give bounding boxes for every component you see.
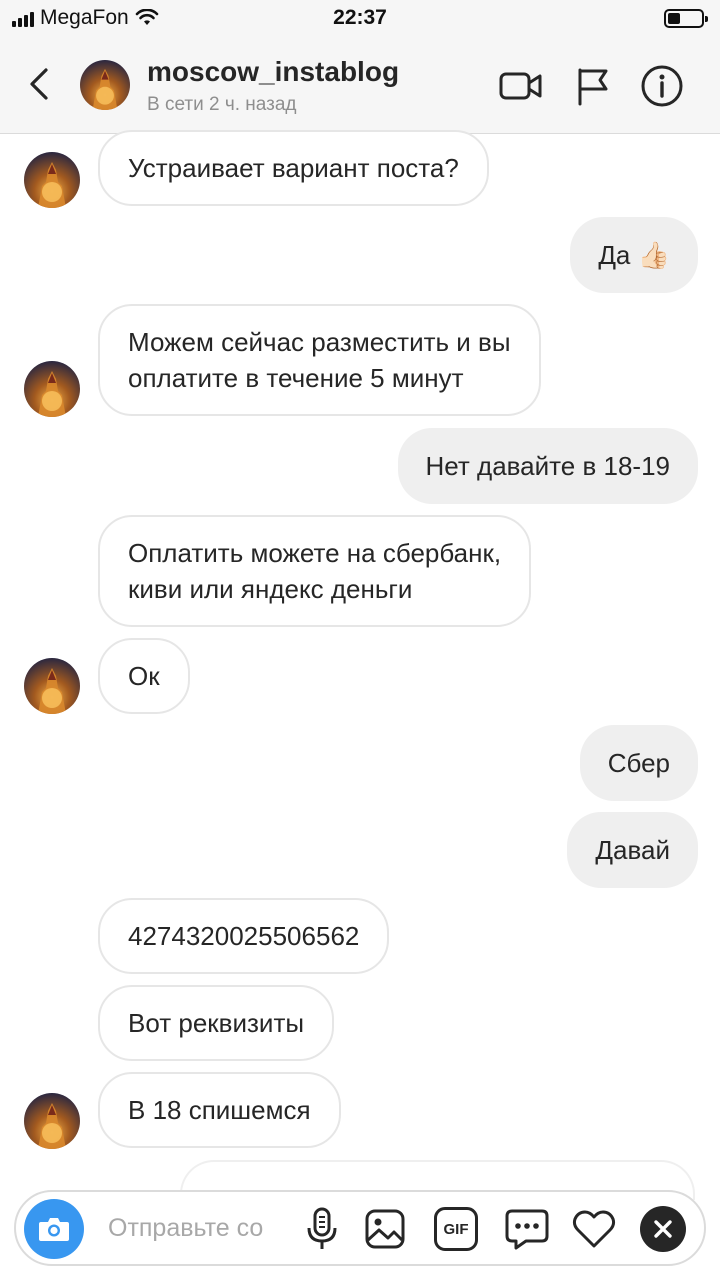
message-composer: Отправьте со GIF xyxy=(14,1190,706,1266)
flag-icon[interactable] xyxy=(570,62,618,110)
message-bubble[interactable]: Да 👍🏻 xyxy=(570,217,698,293)
chat-bubble-icon[interactable] xyxy=(504,1208,550,1250)
message-bubble[interactable]: Давай xyxy=(567,812,698,888)
heart-icon[interactable] xyxy=(572,1208,616,1250)
microphone-icon[interactable] xyxy=(302,1206,342,1252)
message-bubble[interactable]: Оплатить можете на сбербанк, киви или ян… xyxy=(98,515,532,627)
message-bubble[interactable]: В 18 спишемся xyxy=(98,1072,341,1148)
message-input[interactable]: Отправьте со xyxy=(108,1214,283,1243)
header-avatar[interactable] xyxy=(80,60,130,110)
close-button[interactable] xyxy=(640,1206,686,1252)
clock: 22:37 xyxy=(333,6,387,29)
chat-header: moscow_instablog В сети 2 ч. назад xyxy=(0,38,720,134)
chat-username[interactable]: moscow_instablog xyxy=(147,56,399,88)
message-bubble[interactable]: Устраивает вариант поста? xyxy=(98,130,489,206)
camera-icon xyxy=(39,1218,69,1241)
info-icon[interactable] xyxy=(638,62,686,110)
camera-button[interactable] xyxy=(24,1199,84,1259)
back-arrow-icon[interactable] xyxy=(22,64,58,104)
message-bubble[interactable]: 4274320025506562 xyxy=(98,898,390,974)
status-bar: MegaFon 22:37 xyxy=(0,0,720,38)
gif-button[interactable]: GIF xyxy=(434,1207,478,1251)
close-icon xyxy=(654,1220,672,1238)
message-bubble[interactable]: Ок xyxy=(98,638,190,714)
video-call-icon[interactable] xyxy=(497,62,545,110)
battery-icon xyxy=(664,9,708,28)
sender-avatar[interactable] xyxy=(24,152,80,208)
sender-avatar[interactable] xyxy=(24,1093,80,1149)
message-bubble[interactable]: Вот реквизиты xyxy=(98,985,335,1061)
message-bubble[interactable]: Сбер xyxy=(579,725,698,801)
online-status: В сети 2 ч. назад xyxy=(147,94,297,115)
message-bubble[interactable]: Можем сейчас разместить и вы оплатите в … xyxy=(98,304,541,416)
sender-avatar[interactable] xyxy=(24,361,80,417)
sender-avatar[interactable] xyxy=(24,658,80,714)
message-bubble[interactable]: Нет давайте в 18-19 xyxy=(397,428,698,504)
gallery-icon[interactable] xyxy=(364,1208,406,1250)
